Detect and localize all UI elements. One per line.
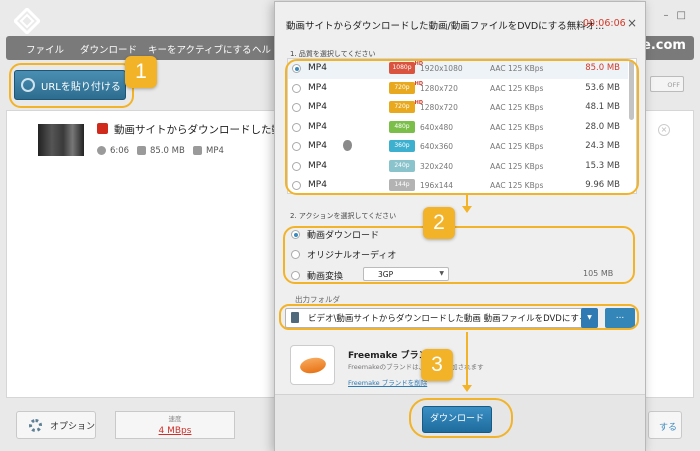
close-icon[interactable]: ×	[627, 16, 637, 30]
gear-icon	[29, 418, 42, 432]
options-label: オプション	[50, 421, 96, 432]
menu-activate-key[interactable]: キーをアクティブにする	[148, 42, 252, 56]
menu-help[interactable]: ヘル	[252, 42, 271, 56]
brand-description: Freemakeのブランドは、動画に追加されます	[348, 363, 484, 371]
item-size: 85.0 MB	[150, 146, 185, 156]
speed-label: 速度	[168, 415, 182, 423]
item-duration: 6:06	[110, 146, 130, 156]
start-button[interactable]: する	[648, 411, 682, 439]
brand-egg-icon	[298, 355, 328, 376]
highlight-ring-actions	[283, 226, 635, 284]
remove-brand-link[interactable]: Freemake ブランドを削除	[348, 377, 427, 387]
dialog-title: 動画サイトからダウンロードした動画/動画ファイルをDVDにする無料オ...	[286, 21, 605, 32]
youtube-icon	[97, 123, 108, 134]
options-button[interactable]: オプション	[16, 411, 96, 439]
remove-item-icon[interactable]: ×	[658, 124, 670, 136]
weight-icon	[137, 146, 146, 155]
step-badge-1: 1	[125, 56, 157, 88]
arrow-down-icon	[462, 385, 472, 392]
step-badge-3: 3	[421, 349, 453, 381]
highlight-ring-1	[9, 63, 134, 108]
window-controls[interactable]: –□	[654, 10, 694, 24]
off-toggle[interactable]: OFF	[650, 76, 684, 92]
speed-box[interactable]: 速度 4 MBps	[115, 411, 235, 439]
freemake-logo	[290, 345, 335, 385]
menu-download[interactable]: ダウンロード	[80, 42, 137, 56]
arrow-down-icon	[462, 206, 472, 213]
dialog-duration: 00:06:06	[583, 18, 626, 29]
arrow-line-2	[466, 332, 468, 386]
step-badge-2: 2	[423, 207, 455, 239]
site-name-fragment: e.com	[642, 38, 686, 53]
video-thumbnail	[38, 124, 84, 156]
highlight-ring-quality	[285, 59, 639, 195]
film-icon	[193, 146, 202, 155]
clock-icon	[97, 146, 106, 155]
highlight-ring-download	[409, 398, 513, 438]
highlight-ring-output	[279, 304, 639, 330]
app-logo-icon	[14, 8, 40, 34]
menu-file[interactable]: ファイル	[26, 42, 64, 56]
speed-value[interactable]: 4 MBps	[116, 426, 234, 436]
item-format: MP4	[206, 146, 224, 156]
